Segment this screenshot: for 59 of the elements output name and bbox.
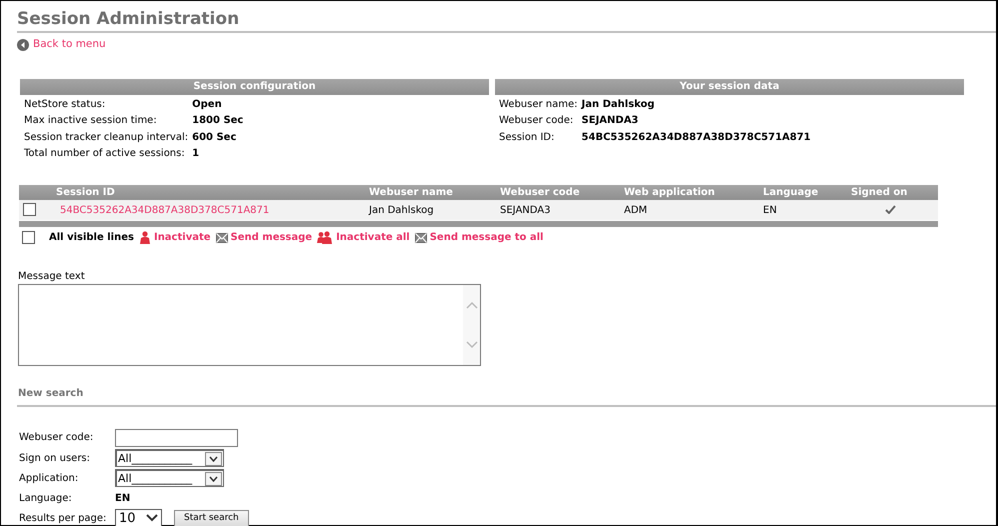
field-label: Results per page: [19,512,108,526]
column-header: Session ID [56,186,115,198]
start-search-button[interactable]: Start search [174,510,249,526]
field-label: Session tracker cleanup interval: [23,130,188,144]
table-cell: SEJANDA3 [500,204,550,216]
field-value: 600 Sec [191,130,238,144]
table-cell: EN [763,204,777,216]
section-title: New search [18,387,84,402]
page-title: Session Administration [17,8,240,31]
caret-icon [146,514,158,522]
person-icon [138,231,151,244]
field-label: Language: [19,492,73,506]
envelope-icon [414,232,427,243]
field-label: Webuser name: [498,98,578,112]
column-header: Language [763,186,818,198]
field-label: Session ID: [498,130,556,144]
field-value: 1800 Sec [191,114,244,128]
action-link[interactable]: Send message [230,230,312,246]
message-label: Message text [18,270,86,284]
field-label: Webuser code: [498,114,574,128]
field-value: Jan Dahlskog [580,98,656,112]
column-header: Web application [624,186,715,198]
dropdown[interactable]: All___________ [115,469,224,488]
back-icon [17,38,29,51]
field-value: 1 [191,147,200,161]
people-icon [317,231,334,244]
dropdown[interactable]: All___________ [115,449,224,468]
column-header: Signed on [851,186,908,198]
field-label: Total number of active sessions: [23,147,186,161]
action-link[interactable]: Inactivate [154,230,211,246]
field-label: Webuser code: [19,431,94,446]
row-checkbox[interactable] [23,203,36,216]
select-all-label: All visible lines [49,231,134,246]
action-link[interactable]: Inactivate all [336,230,410,246]
table-cell: ADM [624,204,648,216]
back-link[interactable]: Back to menu [33,37,106,53]
action-link[interactable]: Send message to all [430,230,544,246]
caret-icon [209,476,218,482]
column-header: Webuser code [500,186,580,198]
panel-header: Session configuration [20,78,489,95]
panel-header: Your session data [495,78,964,95]
field-value: EN [115,492,130,506]
field-value: Open [191,98,223,112]
dropdown[interactable]: 10 [115,509,162,526]
webuser-code-field[interactable] [115,428,238,447]
field-label: Sign on users: [19,452,92,466]
field-label: Application: [19,472,80,486]
select-all-checkbox[interactable] [22,231,35,244]
field-value: SEJANDA3 [580,114,640,128]
scroll-up-icon [466,301,478,310]
envelope-icon [216,232,228,243]
scroll-down-icon [466,341,478,350]
field-label: Max inactive session time: [23,114,158,128]
field-value: 54BC535262A34D887A38D378C571A871 [580,130,811,144]
field-label: NetStore status: [23,98,106,112]
column-header: Webuser name [369,186,453,198]
caret-icon [209,456,218,462]
table-cell: Jan Dahlskog [369,204,434,216]
message-textarea[interactable] [18,284,481,366]
